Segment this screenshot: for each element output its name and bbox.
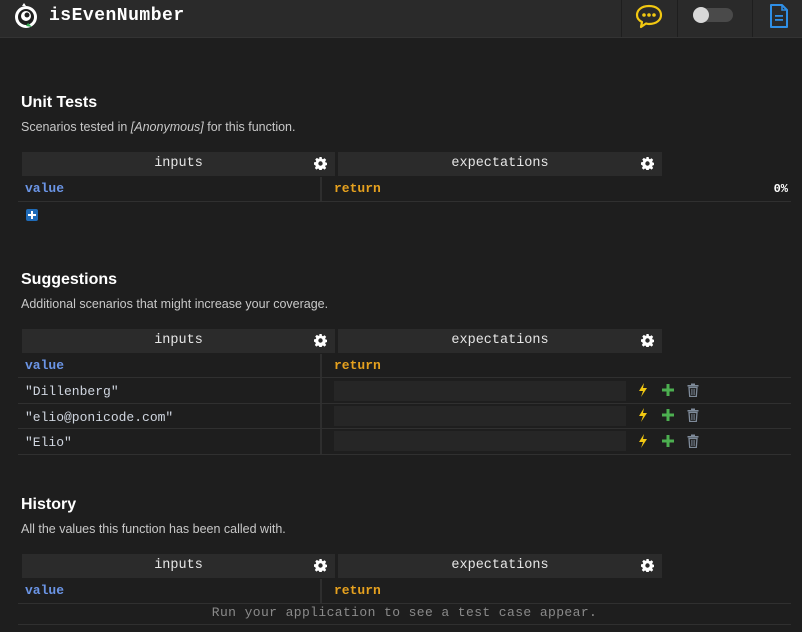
- header-divider: [677, 0, 678, 37]
- input-label: value: [25, 181, 65, 196]
- expectations-header-label: expectations: [451, 558, 549, 573]
- gear-icon[interactable]: [314, 334, 327, 347]
- column-divider: [320, 354, 322, 454]
- expectations-column-header: expectations: [338, 329, 662, 353]
- unit-tests-subtitle: Scenarios tested in [Anonymous] for this…: [21, 120, 296, 134]
- row-divider: [18, 403, 791, 404]
- add-test-button[interactable]: [26, 209, 38, 221]
- expectations-column-header: expectations: [338, 554, 662, 578]
- return-label: return: [334, 181, 381, 196]
- suggestion-return-field[interactable]: [334, 406, 626, 426]
- run-icon[interactable]: [636, 434, 650, 448]
- row-divider: [18, 624, 791, 625]
- inputs-header-label: inputs: [154, 156, 203, 171]
- inputs-header-label: inputs: [154, 333, 203, 348]
- inputs-column-header: inputs: [22, 554, 335, 578]
- column-divider: [320, 579, 322, 603]
- expectations-header-label: expectations: [451, 333, 549, 348]
- history-title: History: [21, 496, 77, 513]
- return-label: return: [334, 583, 381, 598]
- inputs-header-label: inputs: [154, 558, 203, 573]
- add-icon[interactable]: [661, 434, 675, 448]
- return-label: return: [334, 358, 381, 373]
- suggestions-title: Suggestions: [21, 271, 118, 288]
- suggestion-input-value: "Elio": [25, 435, 72, 450]
- history-empty-message: Run your application to see a test case …: [211, 605, 598, 620]
- trash-icon[interactable]: [686, 434, 700, 448]
- header-divider: [752, 0, 753, 37]
- coverage-percent: 0%: [773, 182, 788, 196]
- input-label: value: [25, 583, 65, 598]
- gear-icon[interactable]: [314, 157, 327, 170]
- row-divider: [18, 201, 791, 202]
- gear-icon[interactable]: [641, 559, 654, 572]
- trash-icon[interactable]: [686, 383, 700, 397]
- inputs-column-header: inputs: [22, 329, 335, 353]
- gear-icon[interactable]: [641, 157, 654, 170]
- gear-icon[interactable]: [314, 559, 327, 572]
- unit-tests-title: Unit Tests: [21, 94, 98, 111]
- input-label: value: [25, 358, 65, 373]
- chat-bubble-icon[interactable]: [634, 2, 664, 30]
- ponicode-logo-icon: [15, 3, 37, 28]
- row-divider: [18, 454, 791, 455]
- expectations-column-header: expectations: [338, 152, 662, 176]
- toggle-knob: [693, 7, 709, 23]
- suggestions-subtitle: Additional scenarios that might increase…: [21, 297, 329, 311]
- suggestion-input-value: "elio@ponicode.com": [25, 410, 174, 425]
- gear-icon[interactable]: [641, 334, 654, 347]
- history-subtitle: All the values this function has been ca…: [21, 522, 286, 536]
- suggestion-return-field[interactable]: [334, 381, 626, 401]
- trash-icon[interactable]: [686, 408, 700, 422]
- row-divider: [18, 428, 791, 429]
- document-icon[interactable]: [768, 3, 790, 29]
- expectations-header-label: expectations: [451, 156, 549, 171]
- suggestion-return-field[interactable]: [334, 431, 626, 451]
- app-title: isEvenNumber: [49, 6, 185, 26]
- add-icon[interactable]: [661, 383, 675, 397]
- suggestion-input-value: "Dillenberg": [25, 384, 119, 399]
- column-divider: [320, 177, 322, 201]
- run-icon[interactable]: [636, 408, 650, 422]
- top-bar: isEvenNumber: [0, 0, 802, 38]
- row-divider: [18, 603, 791, 604]
- header-divider: [621, 0, 622, 37]
- run-icon[interactable]: [636, 383, 650, 397]
- add-icon[interactable]: [661, 408, 675, 422]
- mode-toggle[interactable]: [693, 7, 733, 23]
- inputs-column-header: inputs: [22, 152, 335, 176]
- row-divider: [18, 377, 791, 378]
